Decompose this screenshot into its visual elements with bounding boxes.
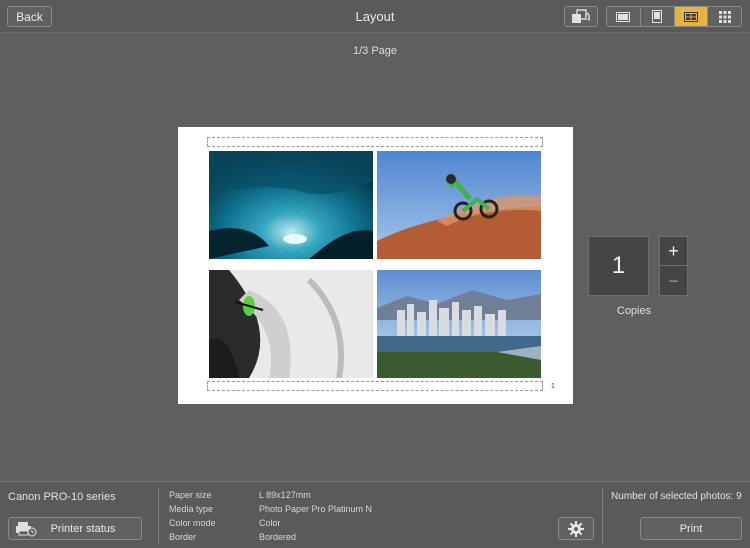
single-portrait-icon	[652, 10, 663, 23]
photo-ice-cave[interactable]	[209, 151, 373, 259]
single-landscape-icon	[616, 11, 631, 22]
layout-selector	[606, 6, 742, 27]
rotate-button[interactable]	[564, 6, 598, 27]
layout-single-portrait[interactable]	[640, 7, 675, 26]
copies-decrease-button[interactable]: −	[660, 267, 687, 296]
divider	[602, 488, 603, 544]
copies-stepper: + −	[659, 236, 688, 296]
selected-photos-count: Number of selected photos: 9	[611, 491, 742, 502]
top-text-area[interactable]	[207, 137, 543, 147]
page-indicator: 1/3 Page	[352, 45, 398, 57]
top-bar: Back Layout	[0, 0, 750, 33]
bottom-text-area[interactable]	[207, 381, 543, 391]
layout-nine-up[interactable]	[708, 7, 741, 26]
setting-value-color-mode: Color	[259, 518, 281, 528]
photo-city-skyline[interactable]	[377, 270, 541, 378]
setting-key-color-mode: Color mode	[169, 518, 216, 528]
printer-name: Canon PRO-10 series	[8, 491, 116, 503]
printer-status-label: Printer status	[50, 522, 116, 535]
ice-cave-photo	[209, 151, 373, 259]
setting-value-paper-size: L 89x127mm	[259, 490, 311, 500]
setting-key-paper-size: Paper size	[169, 490, 212, 500]
printer-status-button[interactable]: Printer status	[8, 517, 142, 540]
copies-label: Copies	[616, 305, 652, 317]
gear-icon	[568, 520, 584, 537]
city-skyline-photo	[377, 270, 541, 378]
printer-icon	[16, 522, 37, 537]
photo-kayak-waterfall[interactable]	[209, 270, 373, 378]
divider	[158, 488, 159, 544]
setting-key-border: Border	[169, 532, 197, 542]
bottom-bar: Canon PRO-10 series Printer status Paper…	[0, 481, 750, 548]
copies-increase-button[interactable]: +	[660, 237, 687, 266]
nine-up-grid-icon	[718, 10, 731, 23]
back-button[interactable]: Back	[7, 6, 52, 27]
motocross-rider-photo	[377, 151, 541, 259]
print-button[interactable]: Print	[640, 517, 742, 540]
setting-value-media-type: Photo Paper Pro Platinum N	[259, 504, 373, 514]
print-settings-button[interactable]	[558, 517, 594, 540]
layout-four-up[interactable]	[674, 7, 709, 26]
layout-single-landscape[interactable]	[607, 7, 641, 26]
sheet-page-number: 1	[551, 383, 555, 390]
kayak-waterfall-photo	[209, 270, 373, 378]
copies-value[interactable]: 1	[588, 236, 649, 296]
setting-key-media-type: Media type	[169, 504, 214, 514]
print-preview-sheet[interactable]: 1	[178, 127, 573, 404]
rotate-icon	[572, 8, 591, 23]
setting-value-border: Bordered	[259, 532, 297, 542]
photo-motocross[interactable]	[377, 151, 541, 259]
four-up-grid-icon	[683, 11, 698, 22]
